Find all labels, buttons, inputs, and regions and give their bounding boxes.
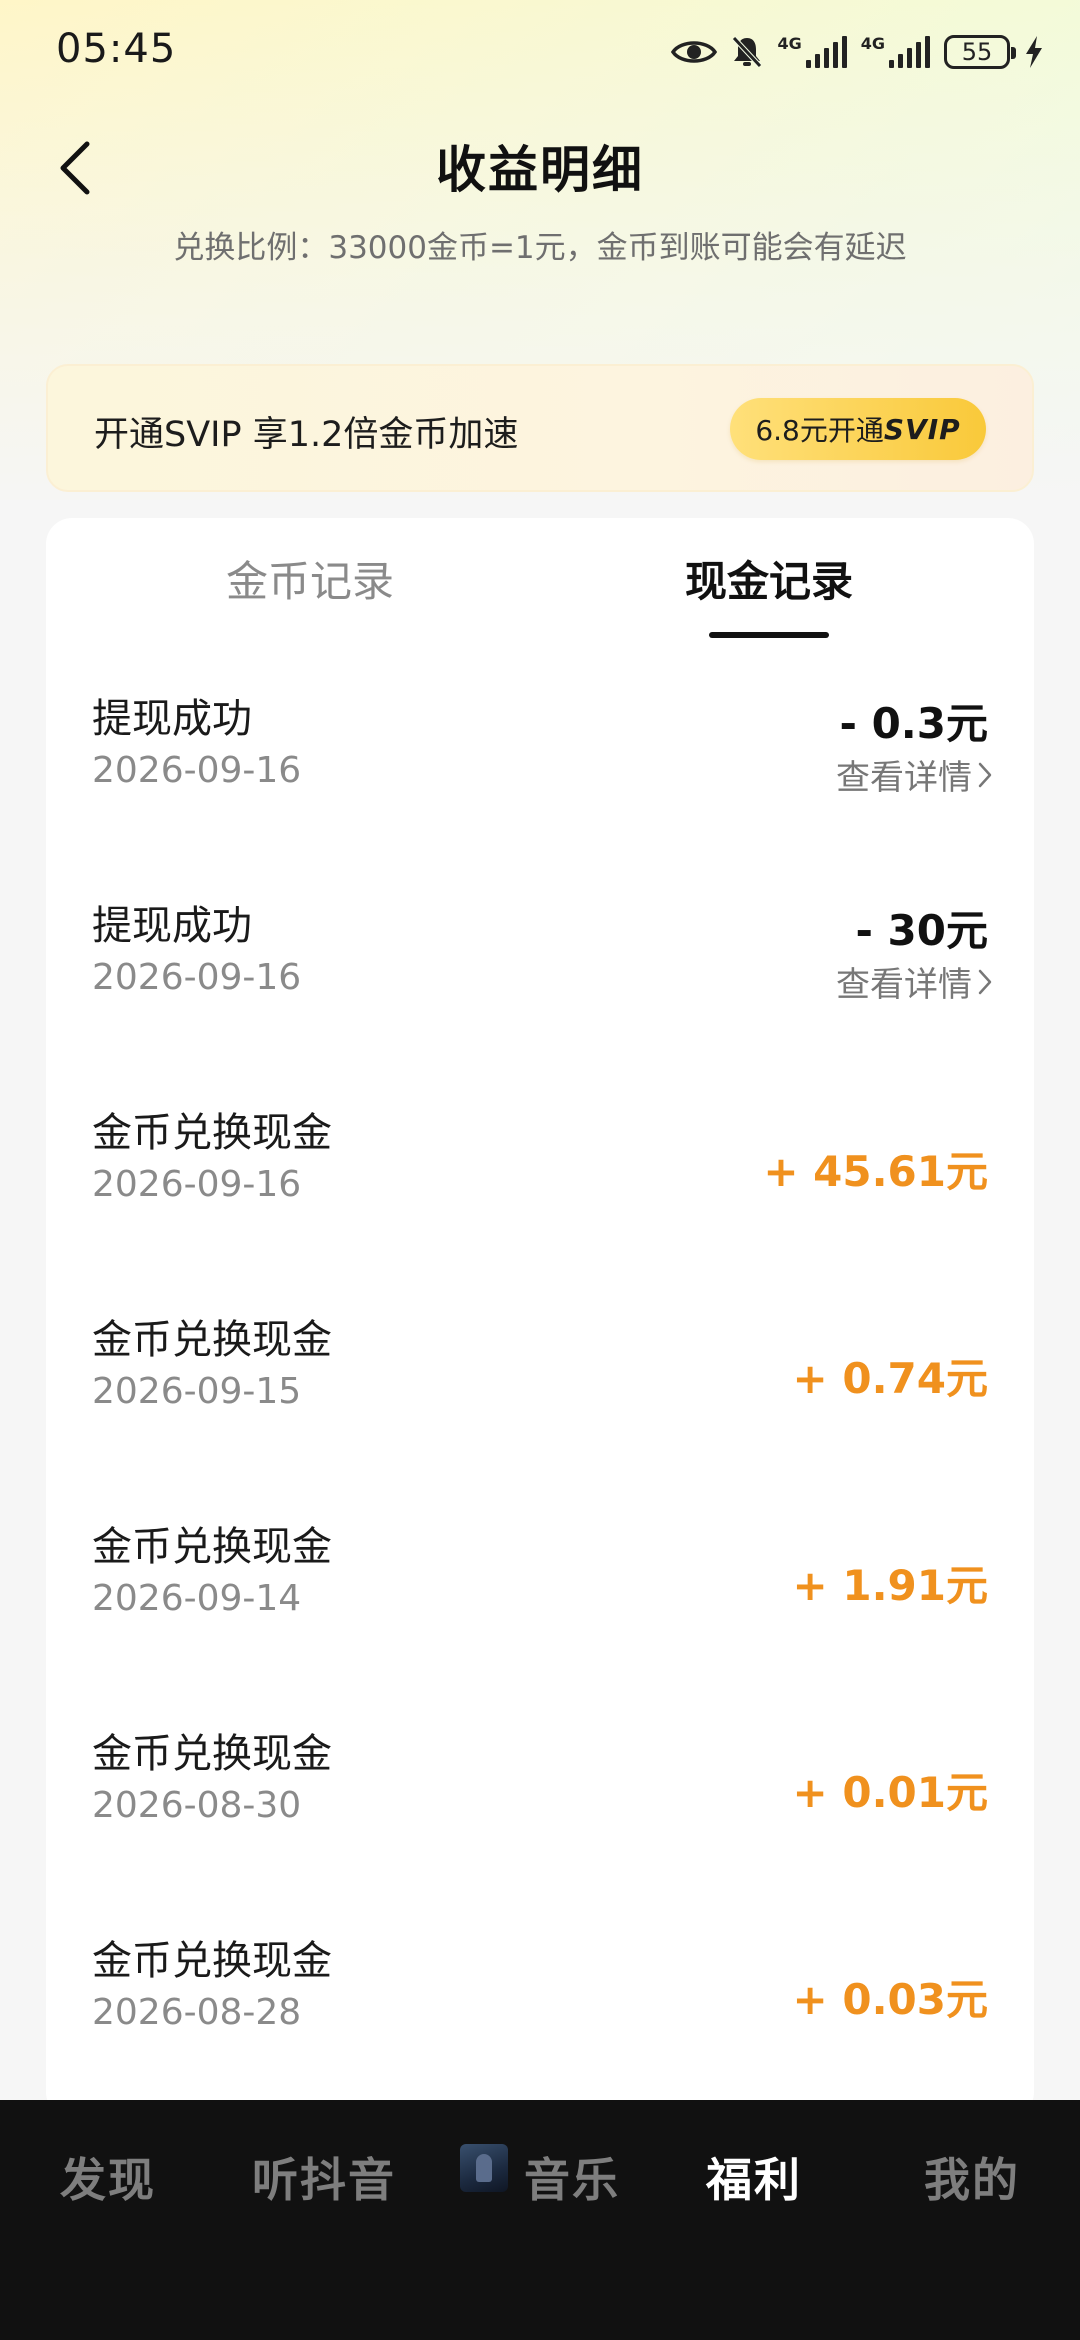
view-detail-label: 查看详情 bbox=[836, 758, 972, 798]
music-thumbnail bbox=[460, 2144, 508, 2192]
signal-icon bbox=[805, 36, 847, 68]
network-type-2: 4G bbox=[860, 34, 885, 53]
record-date: 2026-08-30 bbox=[92, 1785, 302, 1826]
view-detail-link[interactable]: 查看详情 bbox=[836, 957, 992, 1006]
record-row[interactable]: 提现成功 2026-09-16 - 0.3元 查看详情 bbox=[46, 678, 1034, 885]
record-amount: - 0.3元 bbox=[839, 699, 988, 748]
svip-banner[interactable]: 开通SVIP 享1.2倍金币加速 6.8元开通 SVIP bbox=[46, 364, 1034, 492]
nav-music[interactable]: 音乐 bbox=[524, 2144, 620, 2210]
record-date: 2026-09-16 bbox=[92, 750, 302, 791]
record-amount: + 0.03元 bbox=[792, 1975, 988, 2024]
status-bar: 05:45 4G 4G 55 bbox=[0, 0, 1080, 104]
record-row[interactable]: 金币兑换现金 2026-08-30 + 0.01元 bbox=[46, 1713, 1034, 1920]
record-amount: + 0.01元 bbox=[792, 1768, 988, 1817]
record-row[interactable]: 金币兑换现金 2026-09-16 + 45.61元 bbox=[46, 1092, 1034, 1299]
record-date: 2026-09-15 bbox=[92, 1371, 302, 1412]
bolt-icon bbox=[1026, 36, 1042, 68]
battery-icon: 55 bbox=[944, 35, 1016, 69]
svip-button-suffix: SVIP bbox=[883, 412, 961, 446]
nav-mine[interactable]: 我的 bbox=[924, 2144, 1020, 2210]
open-svip-button[interactable]: 6.8元开通 SVIP bbox=[730, 398, 986, 460]
exchange-rate-note: 兑换比例：33000金币=1元，金币到账可能会有延迟 bbox=[173, 230, 907, 266]
bottom-nav: 发现 听抖音 音乐 福利 我的 bbox=[0, 2100, 1080, 2340]
record-row[interactable]: 金币兑换现金 2026-08-28 + 0.03元 bbox=[46, 1920, 1034, 2127]
record-title: 提现成功 bbox=[92, 696, 252, 742]
record-title: 金币兑换现金 bbox=[92, 1731, 332, 1777]
record-title: 提现成功 bbox=[92, 903, 252, 949]
svip-button-prefix: 6.8元开通 bbox=[755, 414, 884, 447]
view-detail-link[interactable]: 查看详情 bbox=[836, 750, 992, 799]
svip-promo-text: 开通SVIP 享1.2倍金币加速 bbox=[94, 415, 519, 455]
chevron-right-icon bbox=[978, 762, 992, 787]
tab-cash-records[interactable]: 现金记录 bbox=[619, 548, 919, 609]
record-title: 金币兑换现金 bbox=[92, 1110, 332, 1156]
record-amount: + 1.91元 bbox=[792, 1561, 988, 1610]
record-title: 金币兑换现金 bbox=[92, 1938, 332, 1984]
record-date: 2026-09-16 bbox=[92, 1164, 302, 1205]
nav-welfare[interactable]: 福利 bbox=[706, 2144, 802, 2210]
record-date: 2026-09-14 bbox=[92, 1578, 302, 1619]
record-row[interactable]: 金币兑换现金 2026-09-14 + 1.91元 bbox=[46, 1506, 1034, 1713]
record-date: 2026-09-16 bbox=[92, 957, 302, 998]
page-title: 收益明细 bbox=[436, 141, 644, 199]
record-date: 2026-08-28 bbox=[92, 1992, 302, 2033]
record-title: 金币兑换现金 bbox=[92, 1524, 332, 1570]
active-tab-indicator bbox=[709, 632, 829, 638]
record-amount: + 45.61元 bbox=[763, 1147, 988, 1196]
battery-level: 55 bbox=[961, 38, 993, 66]
records-card: 金币记录 现金记录 提现成功 2026-09-16 - 0.3元 查看详情 提现… bbox=[46, 518, 1034, 2118]
view-detail-label: 查看详情 bbox=[836, 965, 972, 1005]
record-amount: - 30元 bbox=[855, 906, 988, 955]
records-list: 提现成功 2026-09-16 - 0.3元 查看详情 提现成功 2026-09… bbox=[46, 678, 1034, 2127]
chevron-right-icon bbox=[978, 969, 992, 994]
record-title: 金币兑换现金 bbox=[92, 1317, 332, 1363]
status-icons: 4G 4G 55 bbox=[671, 26, 1044, 78]
bell-off-icon bbox=[732, 36, 763, 68]
network-type-1: 4G bbox=[777, 34, 802, 53]
nav-discover[interactable]: 发现 bbox=[60, 2144, 156, 2210]
record-row[interactable]: 提现成功 2026-09-16 - 30元 查看详情 bbox=[46, 885, 1034, 1092]
eye-icon bbox=[671, 41, 718, 63]
nav-listen-douyin[interactable]: 听抖音 bbox=[252, 2144, 396, 2210]
record-row[interactable]: 金币兑换现金 2026-09-15 + 0.74元 bbox=[46, 1299, 1034, 1506]
signal-icon-2 bbox=[889, 36, 930, 68]
status-time: 05:45 bbox=[56, 26, 177, 72]
record-amount: + 0.74元 bbox=[792, 1354, 988, 1403]
tab-coin-records[interactable]: 金币记录 bbox=[160, 548, 460, 609]
